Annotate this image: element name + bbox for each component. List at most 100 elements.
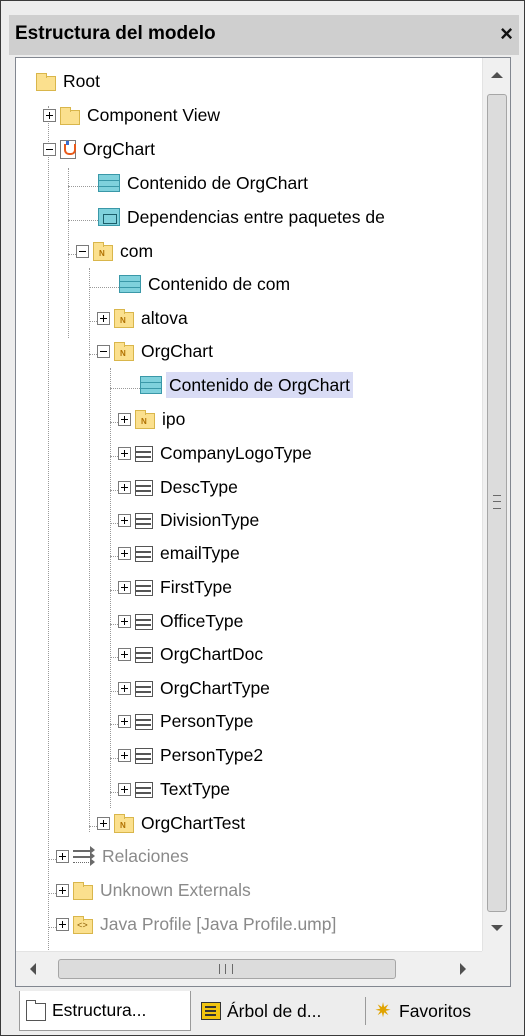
tree-node-label: Unknown Externals (100, 880, 251, 900)
expand-icon[interactable] (56, 917, 69, 931)
panel-tab-bar: Estructura... Árbol de d... ✷ Favoritos (15, 991, 519, 1033)
tree-node-orgcharttest[interactable]: N OrgChartTest (97, 808, 248, 838)
folder-icon (36, 72, 56, 91)
expand-icon[interactable] (56, 883, 69, 897)
tab-label: Árbol de d... (227, 1000, 322, 1021)
expand-icon[interactable] (118, 782, 131, 796)
tab-favorites[interactable]: ✷ Favoritos (373, 991, 471, 1031)
tree-node-orgchart-package-content-diagram[interactable]: Contenido de OrgChart (140, 370, 353, 400)
tree-node-label: OrgChart (141, 341, 213, 361)
tree-node-label: Component View (87, 105, 220, 125)
tab-label: Estructura... (52, 1000, 147, 1020)
expand-icon[interactable] (118, 480, 131, 494)
expand-icon[interactable] (118, 412, 131, 426)
tree-node-label: OrgChartDoc (160, 644, 264, 664)
diagram-icon (140, 376, 162, 394)
tree-node-label: Root (63, 71, 100, 91)
expand-icon[interactable] (43, 108, 56, 122)
tree-node-component-view[interactable]: Component View (43, 100, 223, 130)
collapse-icon[interactable] (97, 344, 110, 358)
tree-node-label: OrgChartType (160, 678, 270, 698)
tree-node-class[interactable]: emailType (118, 538, 243, 568)
tree-node-java-profile[interactable]: <> Java Profile [Java Profile.ump] (56, 909, 339, 939)
tree-node-label: CompanyLogoType (160, 443, 312, 463)
tree-node-label: Java Profile [Java Profile.ump] (100, 914, 337, 934)
tree-node-label: Contenido de OrgChart (127, 173, 308, 193)
expand-icon[interactable] (56, 849, 69, 863)
tree-node-ipo[interactable]: N ipo (118, 404, 188, 434)
package-dependency-diagram-icon (98, 208, 120, 226)
vertical-scrollbar[interactable] (482, 58, 510, 951)
class-icon (135, 446, 153, 462)
tree-node-class[interactable]: OfficeType (118, 606, 246, 636)
tree-node-class[interactable]: PersonType2 (118, 740, 266, 770)
tree-node-orgchart-package[interactable]: N OrgChart (97, 336, 216, 366)
package-icon: N (93, 242, 113, 261)
panel-title-bar[interactable]: Estructura del modelo × (9, 15, 519, 55)
expand-icon[interactable] (118, 614, 131, 628)
class-icon (135, 782, 153, 798)
tree-node-label: OrgChartTest (141, 813, 246, 833)
tree-node-class[interactable]: OrgChartDoc (118, 639, 266, 669)
model-tree: Root Component View OrgChart Contenido d… (15, 57, 511, 987)
tree-node-class[interactable]: OrgChartType (118, 673, 273, 703)
tree-node-root[interactable]: Root (36, 66, 103, 96)
class-icon (135, 748, 153, 764)
folder-icon (73, 881, 93, 900)
class-icon (135, 614, 153, 630)
tree-node-class[interactable]: DivisionType (118, 505, 262, 535)
tree-node-class[interactable]: FirstType (118, 572, 235, 602)
expand-icon[interactable] (118, 714, 131, 728)
tab-model-tree[interactable]: Estructura... (19, 991, 191, 1031)
expand-icon[interactable] (118, 546, 131, 560)
tree-node-label: FirstType (160, 577, 232, 597)
tree-node-altova[interactable]: N altova (97, 303, 191, 333)
grip-icon (493, 495, 501, 509)
tree-node-label: altova (141, 308, 188, 328)
expand-icon[interactable] (97, 816, 110, 830)
tree-node-label: ipo (162, 409, 186, 429)
collapse-icon[interactable] (43, 142, 56, 156)
expand-icon[interactable] (118, 580, 131, 594)
vertical-scroll-thumb[interactable] (487, 94, 507, 912)
profile-icon: <> (73, 915, 93, 934)
tree-node-label: TextType (160, 779, 231, 799)
java-project-icon (60, 139, 76, 159)
tab-hierarchy-tree[interactable]: Árbol de d... (201, 991, 321, 1031)
tree-node-com[interactable]: N com (76, 236, 156, 266)
scroll-right-arrow[interactable] (460, 963, 466, 975)
tab-label: Favoritos (399, 1000, 471, 1021)
expand-icon[interactable] (97, 311, 110, 325)
model-tree-panel: Estructura del modelo × Root Component V… (0, 0, 525, 1036)
horizontal-scrollbar[interactable] (16, 951, 482, 986)
tree-node-label: Relaciones (102, 846, 189, 866)
expand-icon[interactable] (118, 647, 131, 661)
horizontal-scroll-thumb[interactable] (58, 959, 396, 979)
scroll-up-arrow[interactable] (491, 72, 503, 78)
tree-node-label-selected: Contenido de OrgChart (166, 372, 353, 398)
tree-node-label: DivisionType (160, 510, 260, 530)
tree-node-class[interactable]: TextType (118, 774, 233, 804)
tree-node-orgchart-project[interactable]: OrgChart (43, 134, 158, 164)
tree-node-class[interactable]: CompanyLogoType (118, 438, 315, 468)
expand-icon[interactable] (118, 748, 131, 762)
collapse-icon[interactable] (76, 244, 89, 258)
tree-node-unknown-externals[interactable]: Unknown Externals (56, 875, 254, 905)
tree-node-class[interactable]: DescType (118, 472, 241, 502)
tree-node-label: Dependencias entre paquetes de (127, 207, 385, 227)
tree-node-orgchart-content-diagram[interactable]: Contenido de OrgChart (98, 168, 311, 198)
tree-node-label: DescType (160, 477, 238, 497)
expand-icon[interactable] (118, 513, 131, 527)
tree-node-com-content-diagram[interactable]: Contenido de com (119, 269, 293, 299)
scrollbar-corner (482, 951, 510, 986)
grip-icon (219, 964, 233, 974)
tree-node-relations[interactable]: Relaciones (56, 841, 192, 871)
tree-node-package-dependency-diagram[interactable]: Dependencias entre paquetes de (98, 202, 388, 232)
scroll-down-arrow[interactable] (491, 925, 503, 931)
expand-icon[interactable] (118, 446, 131, 460)
close-icon[interactable]: × (500, 21, 513, 47)
tree-node-class[interactable]: PersonType (118, 706, 256, 736)
expand-icon[interactable] (118, 681, 131, 695)
scroll-left-arrow[interactable] (30, 963, 36, 975)
folder-icon (60, 106, 80, 125)
